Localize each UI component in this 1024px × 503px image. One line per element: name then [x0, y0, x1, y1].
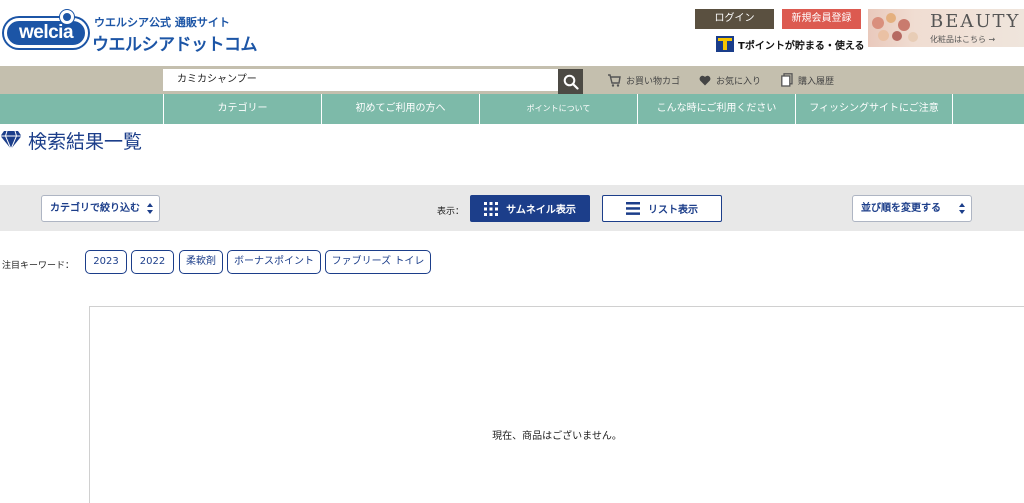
keyword-tag[interactable]: 2022: [131, 250, 174, 274]
cart-link[interactable]: お買い物カゴ: [607, 72, 680, 88]
search-icon: [563, 74, 579, 90]
history-label: 購入履歴: [798, 76, 835, 87]
logo-badge: welcia: [4, 18, 88, 48]
site-header: welcia ウエルシア公式 通販サイト ウエルシアドットコム ログイン 新規会…: [0, 0, 1024, 66]
diamond-icon: [0, 130, 22, 150]
tpoint-text: Tポイントが貯まる・使える: [738, 40, 865, 52]
display-label: 表示：: [437, 207, 465, 217]
sort-select[interactable]: 並び順を変更する: [852, 195, 972, 222]
nav-item-category[interactable]: カテゴリー: [163, 94, 321, 124]
nav-item-points[interactable]: ポイントについて: [479, 94, 637, 124]
logo-subtitle: ウエルシア公式 通販サイト: [94, 16, 230, 29]
document-icon: [781, 73, 793, 87]
register-button[interactable]: 新規会員登録: [782, 9, 861, 29]
tpoint-icon: [716, 36, 734, 52]
keyword-tag[interactable]: 柔軟剤: [179, 250, 223, 274]
search-results-area: 現在、商品はございません。: [89, 306, 1024, 503]
keyword-tag[interactable]: 2023: [85, 250, 127, 274]
sort-select-label: 並び順を変更する: [861, 203, 941, 214]
page: welcia ウエルシア公式 通販サイト ウエルシアドットコム ログイン 新規会…: [0, 0, 1024, 503]
thumbnail-view-button[interactable]: サムネイル表示: [470, 195, 590, 222]
keyword-tag[interactable]: ボーナスポイント: [227, 250, 321, 274]
beauty-banner[interactable]: BEAUTY 化粧品はこちら →: [868, 9, 1024, 47]
grid-icon: [484, 201, 499, 216]
nav-item-phishing[interactable]: フィッシングサイトにご注意: [795, 94, 953, 124]
favorites-link[interactable]: お気に入り: [699, 72, 761, 88]
login-button[interactable]: ログイン: [695, 9, 774, 29]
page-title-row: 検索結果一覧: [0, 127, 142, 153]
cart-label: お買い物カゴ: [626, 76, 681, 87]
select-arrows-icon: [959, 202, 965, 215]
thumbnail-view-label: サムネイル表示: [506, 205, 576, 216]
nav-item-first-time[interactable]: 初めてご利用の方へ: [321, 94, 479, 124]
cosmetics-palette-icon: [872, 13, 922, 43]
cart-icon: [608, 73, 621, 87]
list-view-label: リスト表示: [648, 205, 698, 216]
list-icon: [626, 202, 640, 215]
logo-title: ウエルシアドットコム: [92, 35, 258, 55]
beauty-title: BEAUTY: [930, 11, 1021, 32]
heart-icon: [699, 75, 711, 85]
list-view-button[interactable]: リスト表示: [602, 195, 722, 222]
category-filter-select[interactable]: カテゴリで絞り込む: [41, 195, 160, 222]
category-filter-label: カテゴリで絞り込む: [50, 203, 140, 214]
search-input[interactable]: [163, 69, 558, 91]
empty-results-message: 現在、商品はございません。: [492, 431, 622, 442]
tpoint-link[interactable]: Tポイントが貯まる・使える: [716, 36, 865, 52]
nav-item-usage[interactable]: こんな時にご利用ください: [637, 94, 795, 124]
select-arrows-icon: [147, 202, 153, 215]
beauty-subtitle: 化粧品はこちら →: [930, 35, 996, 44]
welcia-logo[interactable]: welcia ウエルシア公式 通販サイト ウエルシアドットコム: [4, 8, 258, 55]
keyword-tag[interactable]: ファブリーズ トイレ: [325, 250, 431, 274]
search-button[interactable]: [558, 69, 583, 94]
history-link[interactable]: 購入履歴: [781, 72, 834, 88]
page-title: 検索結果一覧: [28, 130, 143, 153]
keyword-label: 注目キーワード：: [2, 261, 75, 271]
logo-dot-icon: [60, 10, 74, 24]
favorites-label: お気に入り: [716, 76, 762, 87]
